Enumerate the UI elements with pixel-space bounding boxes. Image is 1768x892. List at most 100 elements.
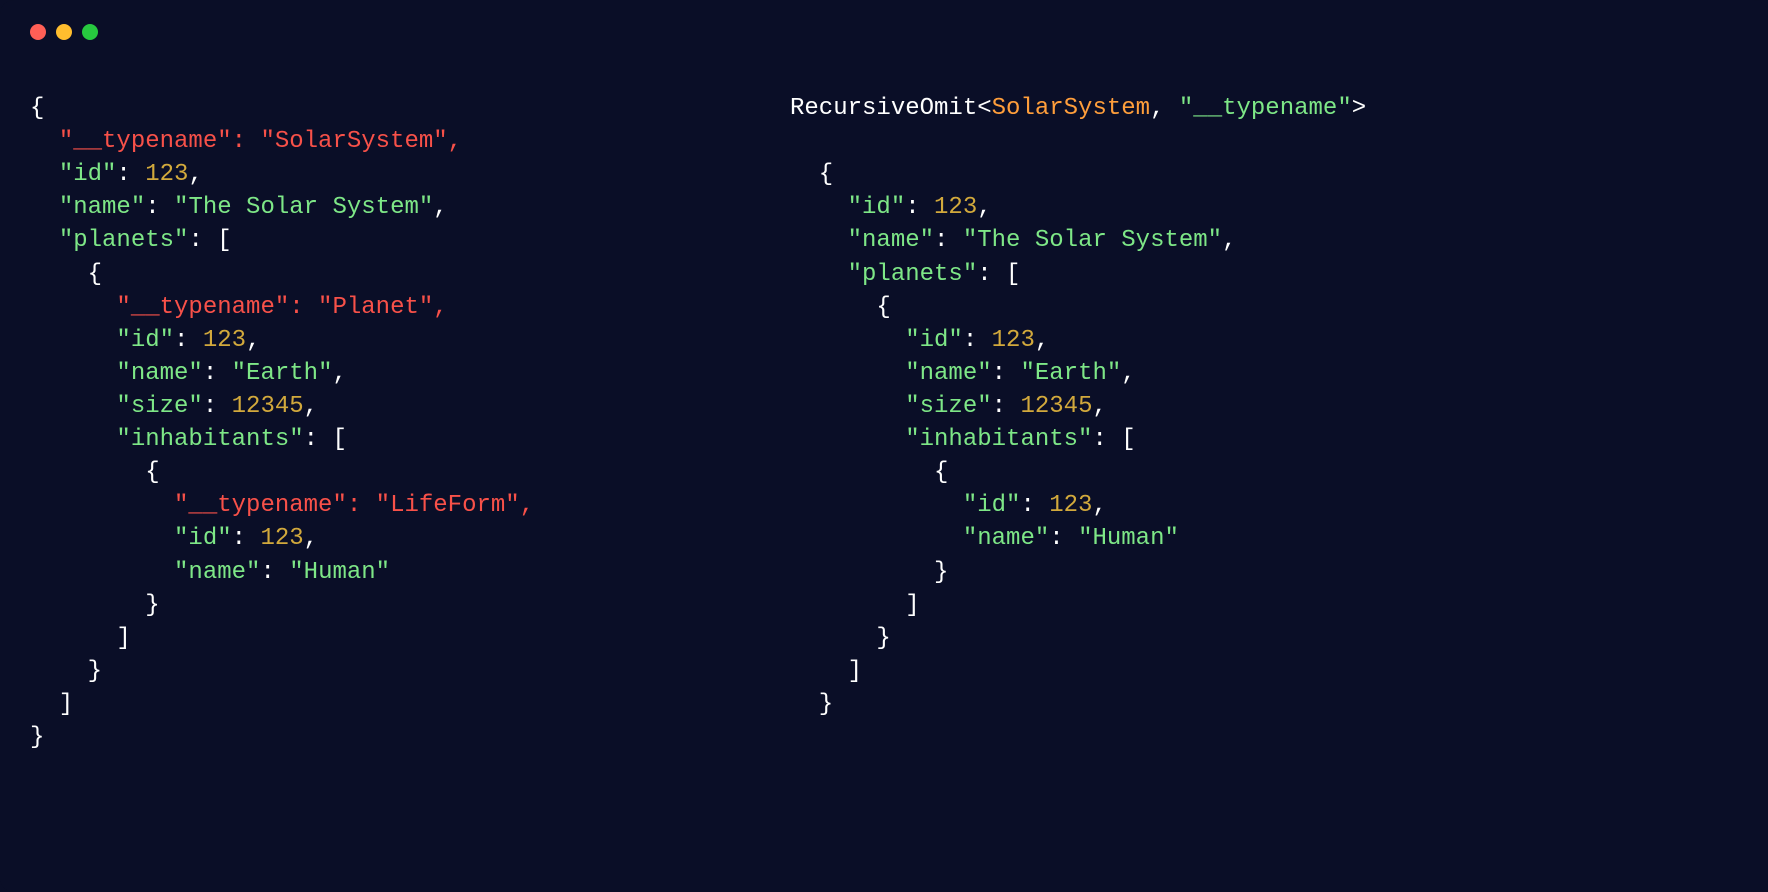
code-token: "name" [59,194,145,221]
code-token: 12345 [232,393,304,420]
code-line: "planets": [ [30,224,770,257]
code-token: : [232,525,261,552]
code-token: : [ [977,261,1020,288]
code-window: { "__typename": "SolarSystem", "id": 123… [0,0,1768,892]
code-token: } [30,658,102,685]
code-token: , [433,194,447,221]
code-token: : [203,393,232,420]
code-token: "inhabitants" [116,426,303,453]
code-token: : [992,393,1021,420]
code-token: "__typename": "Planet", [116,294,447,321]
code-line: ] [790,655,1738,688]
code-token [30,360,116,387]
code-token: 12345 [1020,393,1092,420]
code-token: "name" [905,360,991,387]
code-token: , [1035,327,1049,354]
code-token: "__typename" [1179,95,1352,122]
code-token: RecursiveOmit [790,95,977,122]
code-token: "planets" [59,227,189,254]
code-line: } [30,655,770,688]
code-line: "id": 123, [790,324,1738,357]
code-token: } [30,724,44,751]
code-token [790,393,905,420]
blank-line [790,125,1738,158]
code-token: "Earth" [1020,360,1121,387]
code-token: ] [30,625,131,652]
code-token: } [30,592,160,619]
code-token: "id" [59,161,117,188]
code-token: > [1352,95,1366,122]
code-token: "Earth" [232,360,333,387]
traffic-light-close-icon[interactable] [30,24,46,40]
code-token: ] [30,691,73,718]
code-line: } [30,589,770,622]
code-block-original: { "__typename": "SolarSystem", "id": 123… [30,92,770,754]
code-token [30,525,174,552]
code-token: } [790,691,833,718]
code-token: "Human" [1078,525,1179,552]
code-token: : [ [1092,426,1135,453]
code-token: "The Solar System" [174,194,433,221]
code-token: : [1049,525,1078,552]
code-line: ] [30,622,770,655]
code-token: : [934,227,963,254]
code-token: , [1092,393,1106,420]
traffic-light-minimize-icon[interactable] [56,24,72,40]
code-token: "inhabitants" [905,426,1092,453]
code-line: { [790,158,1738,191]
code-token: : [ [304,426,347,453]
code-token [790,492,963,519]
code-token: : [905,194,934,221]
code-token: , [246,327,260,354]
code-line: "id": 123, [790,489,1738,522]
code-block-result: RecursiveOmit<SolarSystem, "__typename">… [790,92,1738,754]
code-token: : [260,559,289,586]
code-token: , [304,525,318,552]
code-token: , [332,360,346,387]
code-line: } [30,721,770,754]
code-token: , [977,194,991,221]
code-token: ] [790,658,862,685]
traffic-light-zoom-icon[interactable] [82,24,98,40]
code-token: { [790,294,891,321]
code-token: "__typename": "LifeForm", [174,492,534,519]
code-token: "Human" [289,559,390,586]
code-token [790,261,848,288]
code-token: "__typename": "SolarSystem", [59,128,462,155]
code-token: } [790,559,948,586]
code-token: , [1092,492,1106,519]
code-token: , [1150,95,1179,122]
code-line: } [790,622,1738,655]
code-token: "id" [963,492,1021,519]
code-token: 123 [934,194,977,221]
code-token [790,227,848,254]
code-token [30,492,174,519]
code-token: "id" [116,327,174,354]
code-token: , [304,393,318,420]
code-line: "__typename": "LifeForm", [30,489,770,522]
code-token [30,294,116,321]
code-token: : [145,194,174,221]
code-token: 123 [260,525,303,552]
code-token: { [790,161,833,188]
code-line: "name": "The Solar System", [30,191,770,224]
code-line: "__typename": "Planet", [30,291,770,324]
code-line: "id": 123, [30,522,770,555]
code-token [30,128,59,155]
code-token: , [188,161,202,188]
code-token: "name" [963,525,1049,552]
code-line: RecursiveOmit<SolarSystem, "__typename"> [790,92,1738,125]
code-token: : [963,327,992,354]
code-token: { [30,261,102,288]
code-token [790,426,905,453]
code-token: 123 [1049,492,1092,519]
code-token [790,525,963,552]
titlebar [0,0,1768,42]
code-token: 123 [203,327,246,354]
code-token: SolarSystem [992,95,1150,122]
code-line: "inhabitants": [ [790,423,1738,456]
code-token [790,360,905,387]
code-token: ] [790,592,920,619]
code-line: "size": 12345, [790,390,1738,423]
code-token: 123 [992,327,1035,354]
